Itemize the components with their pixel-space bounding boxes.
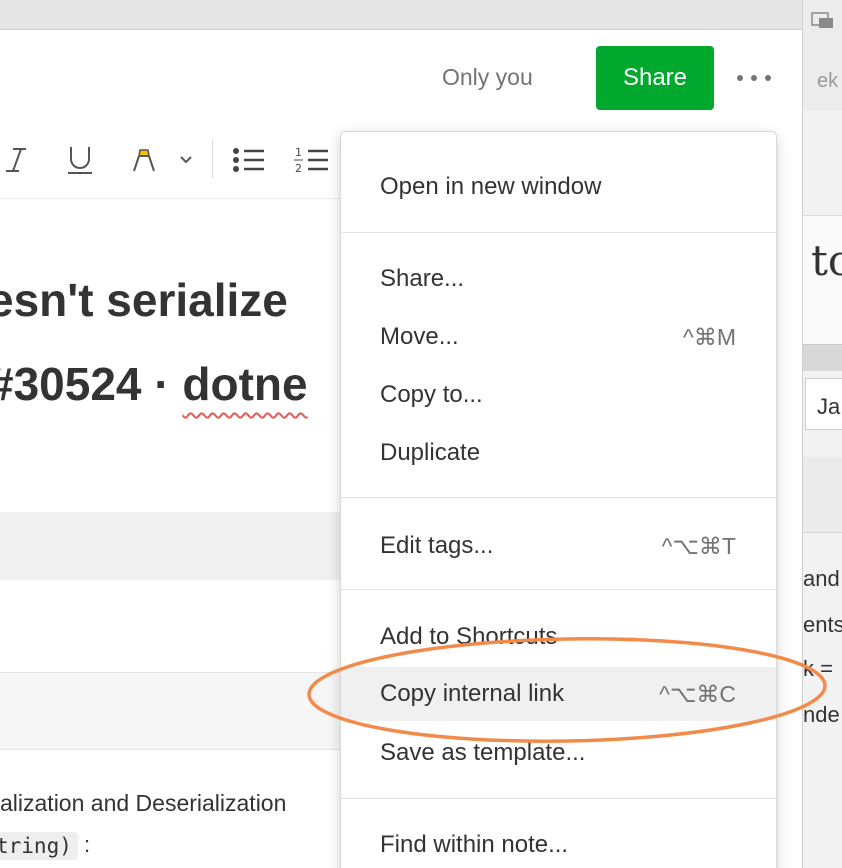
background-divider-bar <box>803 345 842 371</box>
dot-icon <box>737 75 743 81</box>
menu-item-shortcut: ^⌘M <box>683 323 736 350</box>
menu-separator <box>341 798 776 799</box>
note-title-line: esn't serialize <box>0 274 288 326</box>
svg-text:1: 1 <box>295 146 302 159</box>
share-button[interactable]: Share <box>596 46 714 110</box>
window-top-strip <box>0 0 802 30</box>
note-visibility-label[interactable]: Only you <box>442 64 533 91</box>
menu-item-label: Open in new window <box>380 173 602 200</box>
menu-item-add-to-shortcuts[interactable]: Add to Shortcuts <box>341 610 776 664</box>
bulleted-list-icon <box>233 148 264 172</box>
highlight-button[interactable] <box>130 140 158 180</box>
menu-item-label: Copy to... <box>380 381 483 408</box>
menu-separator <box>341 589 776 590</box>
note-title-line: #30524 · dotne <box>0 342 340 426</box>
background-line: k = <box>803 656 833 681</box>
menu-separator <box>341 497 776 498</box>
background-field: Ja <box>817 394 841 419</box>
menu-item-save-as-template[interactable]: Save as template... <box>341 726 776 780</box>
formatting-toolbar: 1 2 <box>0 130 340 190</box>
menu-item-label: Duplicate <box>380 439 481 466</box>
highlight-dropdown-button[interactable] <box>178 140 194 180</box>
menu-item-copy-to[interactable]: Copy to... <box>341 368 776 422</box>
underline-icon <box>68 147 92 174</box>
menu-item-copy-internal-link[interactable]: Copy internal link ^⌥⌘C <box>341 667 776 721</box>
italic-button[interactable] <box>4 140 28 180</box>
menu-item-label: Add to Shortcuts <box>380 623 558 650</box>
background-line: nde <box>803 702 840 727</box>
note-metadata-block <box>0 512 340 580</box>
note-body-punctuation: : <box>84 832 91 857</box>
note-options-menu: Open in new window Share... Move... ^⌘M … <box>340 131 777 868</box>
note-quote-block <box>0 672 340 750</box>
toolbar-divider <box>212 140 213 178</box>
numbered-list-icon: 1 2 <box>294 146 328 175</box>
menu-item-share[interactable]: Share... <box>341 252 776 306</box>
background-line: and <box>803 566 840 591</box>
background-gray-section <box>803 457 842 533</box>
numbered-list-button[interactable]: 1 2 <box>294 140 330 180</box>
menu-separator <box>341 232 776 233</box>
menu-item-edit-tags[interactable]: Edit tags... ^⌥⌘T <box>341 519 776 573</box>
background-tab-label: ek (! <box>817 70 842 92</box>
menu-item-label: Share... <box>380 265 465 292</box>
menu-item-label: Edit tags... <box>380 532 494 559</box>
menu-item-label: Save as template... <box>380 739 586 766</box>
underline-button[interactable] <box>66 140 94 180</box>
background-line: ents <box>803 612 842 637</box>
background-window: ek (! to Ja and ents k = nde <box>802 0 842 868</box>
menu-item-shortcut: ^⌥⌘T <box>661 532 736 559</box>
inline-code: tring) <box>0 832 78 860</box>
toolbar-bottom-rule <box>0 198 340 199</box>
dot-icon <box>765 75 771 81</box>
menu-item-open-in-new-window[interactable]: Open in new window <box>341 160 776 214</box>
background-title: to <box>811 236 842 285</box>
misspelled-word: dotne <box>182 358 308 410</box>
menu-item-move[interactable]: Move... ^⌘M <box>341 310 776 364</box>
window-icon <box>811 12 833 28</box>
chevron-down-icon <box>180 156 192 164</box>
note-title-issue: #30524 · <box>0 358 183 410</box>
more-options-button[interactable] <box>737 66 771 90</box>
menu-item-duplicate[interactable]: Duplicate <box>341 426 776 480</box>
menu-item-label: Move... <box>380 323 459 350</box>
highlighter-icon <box>133 149 155 172</box>
menu-item-label: Copy internal link <box>380 680 565 707</box>
bulleted-list-button[interactable] <box>232 140 266 180</box>
menu-item-label: Find within note... <box>380 831 569 858</box>
dot-icon <box>751 75 757 81</box>
svg-text:2: 2 <box>295 162 302 175</box>
menu-item-find-within-note[interactable]: Find within note... <box>341 818 776 868</box>
note-title[interactable]: esn't serialize #30524 · dotne <box>0 258 340 426</box>
italic-icon <box>6 148 26 172</box>
menu-item-shortcut: ^⌥⌘C <box>659 680 736 707</box>
note-body-text: alization and Deserialization <box>0 790 287 816</box>
